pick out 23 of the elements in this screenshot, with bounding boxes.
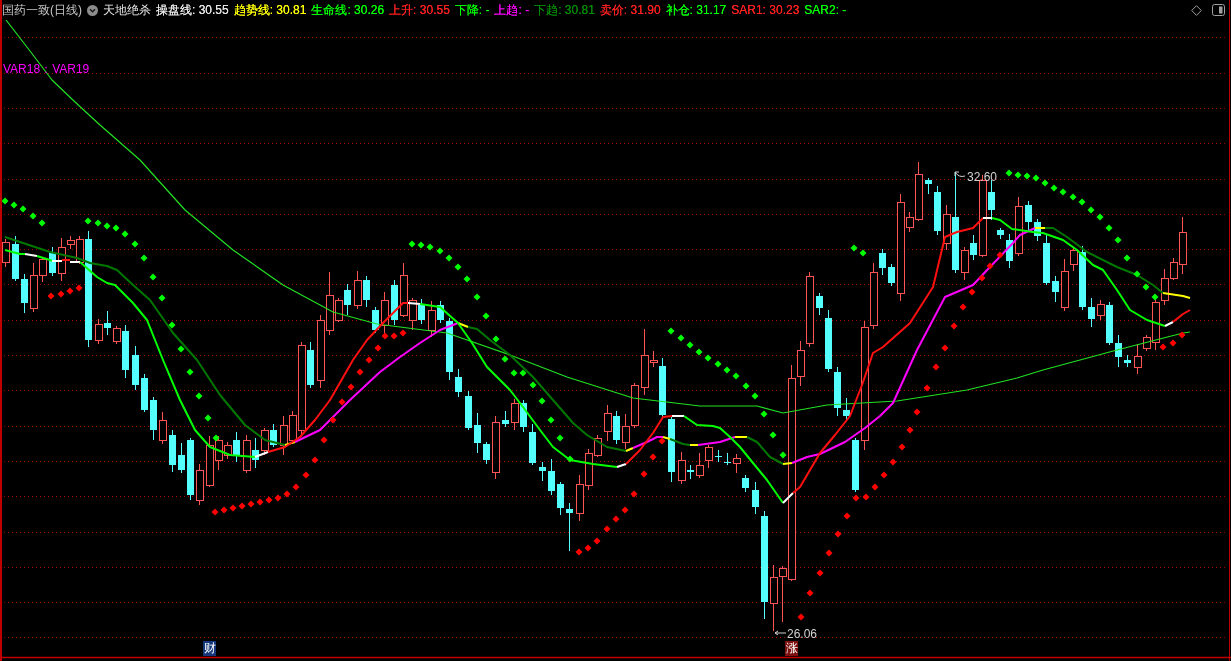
indicator-name: 天地绝杀 — [103, 1, 151, 19]
indicator-reading: 下降: - — [454, 1, 490, 19]
chart-title: 国药一致(日线) — [2, 1, 82, 19]
indicator-reading: 趋势线: 30.81 — [233, 1, 307, 19]
chevron-down-icon[interactable] — [87, 4, 98, 16]
leader-line — [954, 171, 966, 177]
leader-line — [774, 630, 787, 636]
diamond-icon[interactable] — [1191, 4, 1202, 16]
indicator-reading: 上趋: - — [494, 1, 530, 19]
indicator-reading: 上升: 30.55 — [389, 1, 450, 19]
indicator-reading: 操盘线: 30.55 — [156, 1, 229, 19]
series-legend: VAR18：VAR19 — [3, 63, 90, 76]
event-marker[interactable]: 财 — [203, 641, 216, 656]
indicator-reading: 卖价: 31.90 — [599, 1, 661, 19]
indicator-reading: 补仓: 31.17 — [665, 1, 727, 19]
event-marker[interactable]: 涨 — [785, 641, 798, 656]
low-price-label: 26.06 — [787, 628, 818, 641]
panel-icon[interactable] — [1212, 4, 1225, 16]
indicator-reading: 生命线: 30.26 — [311, 1, 385, 19]
indicator-reading: SAR1: 30.23 — [731, 3, 800, 17]
indicator-reading: 下趋: 30.81 — [534, 1, 595, 19]
high-price-label: 32.60 — [967, 171, 998, 184]
indicator-reading: SAR2: - — [804, 3, 847, 17]
